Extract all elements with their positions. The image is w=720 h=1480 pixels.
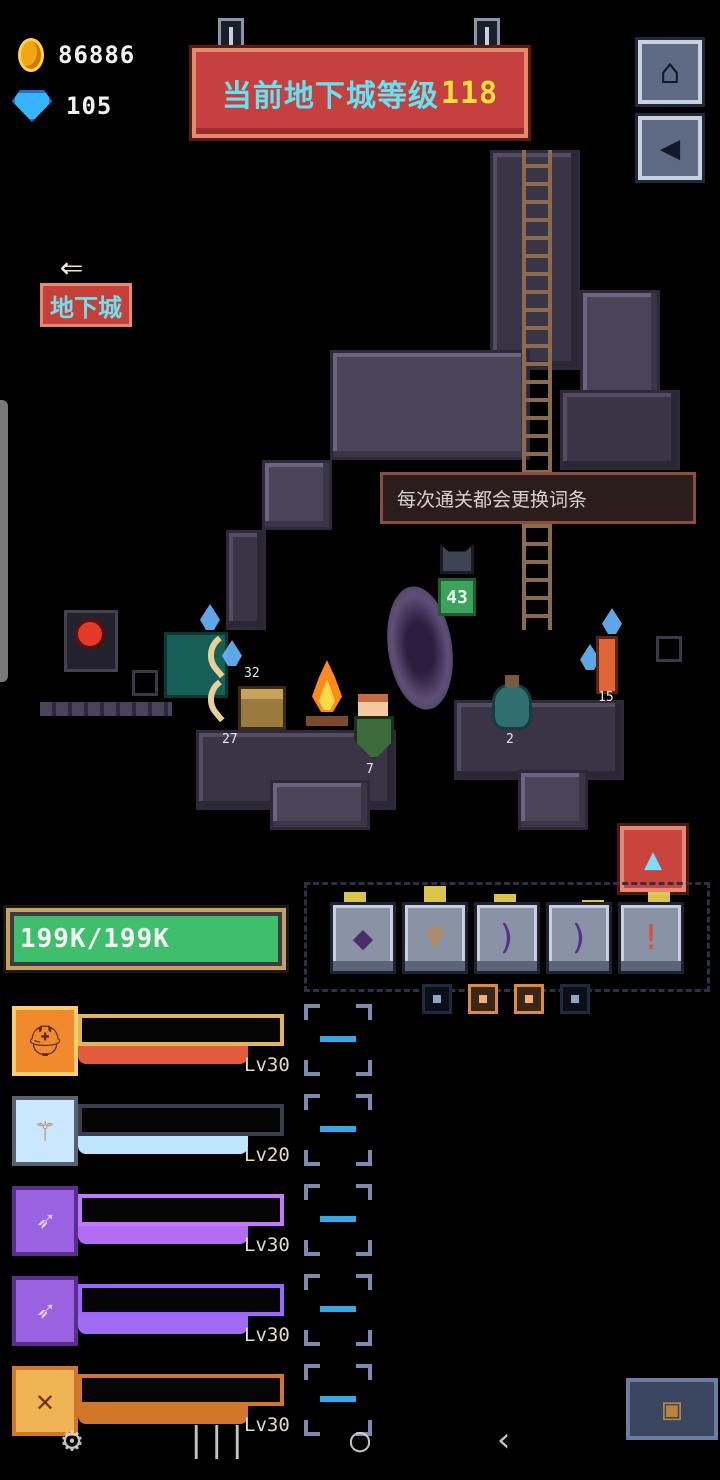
slot-dash xyxy=(320,1126,356,1132)
floor-tile xyxy=(132,670,158,696)
rock xyxy=(560,390,680,470)
slot-indicator-active xyxy=(514,984,544,1014)
weapon-slot-torch[interactable]: ! xyxy=(618,902,684,974)
hero-sprite xyxy=(358,694,388,718)
banner-level: 118 xyxy=(440,75,499,111)
arrows-icon: ➶ xyxy=(12,1276,78,1346)
skill-level: Lv30 xyxy=(244,1234,290,1256)
mace-icon: ⚚ xyxy=(12,1096,78,1166)
diamond-icon xyxy=(12,90,52,122)
helmet-icon: ⛑ xyxy=(12,1006,78,1076)
skill-row-helmet[interactable]: ⛑ Lv30 xyxy=(12,1006,302,1082)
skill-row-arrows-1[interactable]: ➶ Lv30 xyxy=(12,1186,302,1262)
slot-dash xyxy=(320,1036,356,1042)
shield-icon: ◆ xyxy=(352,918,374,958)
hp-bar: 199K/199K xyxy=(6,908,286,970)
ladder xyxy=(522,150,552,630)
rock xyxy=(226,530,266,630)
slot-dash xyxy=(320,1216,356,1222)
weapon-slot-staff[interactable]: ♆ xyxy=(402,902,468,974)
home-icon: ⌂ xyxy=(659,52,681,92)
back-arrow-icon[interactable]: ⇐ xyxy=(60,244,83,288)
hp-fill: 199K/199K xyxy=(14,916,278,962)
arrows-icon: ➶ xyxy=(12,1186,78,1256)
skill-level: Lv30 xyxy=(244,1324,290,1346)
staff-icon: ♆ xyxy=(424,918,446,958)
walkway xyxy=(40,702,172,716)
torch-count: 15 xyxy=(598,690,614,705)
skill-progress xyxy=(78,1226,248,1244)
system-nav-bar: ⚙ ||| ○ ‹ · xyxy=(0,1400,720,1480)
shield-count: 7 xyxy=(366,762,374,777)
enemy-level-badge: 43 xyxy=(438,578,476,616)
skill-slot-empty[interactable] xyxy=(304,1274,372,1346)
blue-flame-icon xyxy=(602,608,622,634)
potion-count: 2 xyxy=(506,732,514,747)
red-eye-icon xyxy=(78,622,102,646)
home-circle-icon[interactable]: ○ xyxy=(330,1420,390,1460)
rock xyxy=(454,700,624,780)
campfire xyxy=(306,660,348,730)
game-launcher-icon[interactable]: ⚙ xyxy=(42,1420,102,1460)
blue-flame-icon xyxy=(200,604,220,630)
cat-enemy[interactable] xyxy=(440,544,474,574)
torch-icon: ! xyxy=(640,918,662,958)
skill-bar xyxy=(78,1194,284,1226)
skill-progress xyxy=(78,1136,248,1154)
skill-slot-empty[interactable] xyxy=(304,1004,372,1076)
slot-dash xyxy=(320,1306,356,1312)
rock xyxy=(518,770,588,830)
potion-icon[interactable] xyxy=(492,675,532,730)
weapon-slot-bow-1[interactable]: ) xyxy=(474,902,540,974)
skill-row-mace[interactable]: ⚚ Lv20 xyxy=(12,1096,302,1172)
rock xyxy=(330,350,530,460)
rock xyxy=(262,460,332,530)
weapon-slot-shield[interactable]: ◆ xyxy=(330,902,396,974)
affix-tooltip: 每次通关都会更换词条 xyxy=(380,472,696,524)
coin-icon xyxy=(18,38,44,72)
edge-panel-handle[interactable] xyxy=(0,400,8,682)
skill-progress xyxy=(78,1316,248,1334)
back-icon[interactable]: ‹ xyxy=(474,1420,534,1460)
skill-progress xyxy=(78,1046,248,1064)
tusk-count: 32 xyxy=(244,666,260,681)
logs xyxy=(306,716,348,726)
gem-counter: 105 xyxy=(12,90,112,122)
sound-button[interactable]: ◀ xyxy=(638,116,702,180)
skill-bar xyxy=(78,1014,284,1046)
torch-icon[interactable] xyxy=(596,636,618,694)
skill-bar xyxy=(78,1284,284,1316)
dungeon-level-banner: 当前地下城等级 118 xyxy=(192,48,528,138)
skill-slot-empty[interactable] xyxy=(304,1094,372,1166)
slot-indicator xyxy=(560,984,590,1014)
rock xyxy=(270,780,370,830)
chest-count: 27 xyxy=(222,732,238,747)
speaker-icon: ◀ xyxy=(659,128,681,168)
gem-value: 105 xyxy=(66,92,113,120)
banner-title: 当前地下城等级 xyxy=(221,79,439,114)
dungeon-back-button[interactable]: 地下城 xyxy=(40,283,132,327)
skill-row-arrows-2[interactable]: ➶ Lv30 xyxy=(12,1276,302,1352)
floor-tile xyxy=(656,636,682,662)
skill-level: Lv20 xyxy=(244,1144,290,1166)
weapon-slot-bow-2[interactable]: ) xyxy=(546,902,612,974)
wizard-hat-icon: ▲ xyxy=(643,841,663,877)
home-button[interactable]: ⌂ xyxy=(638,40,702,104)
bow-icon: ) xyxy=(568,918,590,958)
bow-icon: ) xyxy=(496,918,518,958)
skill-level: Lv30 xyxy=(244,1054,290,1076)
slot-indicator-active xyxy=(468,984,498,1014)
gold-value: 86886 xyxy=(58,41,136,69)
recent-apps-icon[interactable]: ||| xyxy=(186,1420,247,1460)
skill-slot-empty[interactable] xyxy=(304,1184,372,1256)
gold-counter: 86886 xyxy=(18,38,135,72)
slot-indicator xyxy=(422,984,452,1014)
skill-bar xyxy=(78,1104,284,1136)
treasure-chest[interactable] xyxy=(238,686,286,730)
